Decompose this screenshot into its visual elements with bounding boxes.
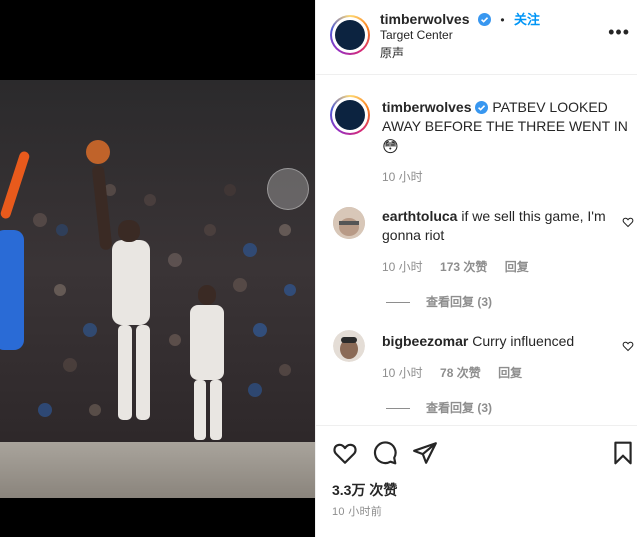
caption-text: timberwolves PATBEV LOOKED AWAY BEFORE T… (382, 98, 628, 157)
comment-username[interactable]: earthtoluca (382, 208, 457, 224)
author-username[interactable]: timberwolves (380, 11, 469, 27)
comment-body: Curry influenced (472, 333, 575, 349)
comment-time: 10 小时 (382, 260, 423, 274)
caption-avatar[interactable] (330, 95, 370, 135)
comment-meta: 10 小时 173 次赞 回复 (382, 258, 543, 275)
heart-icon[interactable] (332, 440, 358, 466)
separator-dot: • (500, 13, 505, 27)
comment-like-count[interactable]: 78 次赞 (440, 366, 481, 380)
comment-like-heart-icon[interactable] (622, 216, 634, 228)
comment-icon[interactable] (372, 440, 398, 466)
follow-button[interactable]: 关注 (514, 12, 540, 27)
divider-line (386, 408, 410, 410)
comment-username[interactable]: bigbeezomar (382, 333, 468, 349)
post-media[interactable] (0, 0, 315, 537)
caption-emoji: 😳 (382, 139, 399, 156)
comment-like-count[interactable]: 173 次赞 (440, 260, 487, 274)
commenter-avatar[interactable] (333, 207, 365, 239)
likes-count[interactable]: 3.3万 次赞 (332, 480, 397, 500)
post-timestamp[interactable]: 10 小时前 (332, 503, 382, 519)
caption-username[interactable]: timberwolves (382, 99, 471, 115)
more-options-icon[interactable]: ••• (608, 22, 630, 43)
location-link[interactable]: Target Center (380, 28, 453, 42)
team-logo-watermark (267, 168, 309, 210)
bookmark-icon[interactable] (610, 440, 636, 466)
basketball-video-still (0, 80, 315, 498)
view-replies-label: 查看回复 (3) (426, 295, 493, 309)
reply-button[interactable]: 回复 (498, 366, 522, 380)
post-details-panel: timberwolves • 关注 Target Center 原声 ••• t… (315, 0, 637, 537)
commenter-avatar[interactable] (333, 330, 365, 362)
comment-text: bigbeezomar Curry influenced (382, 332, 617, 351)
caption-time: 10 小时 (382, 170, 423, 184)
divider-line (386, 302, 410, 304)
view-replies-button[interactable]: 查看回复 (3) (386, 293, 492, 310)
post-header: timberwolves • 关注 Target Center 原声 ••• (316, 0, 637, 75)
verified-badge-icon (475, 101, 489, 114)
view-replies-label: 查看回复 (3) (426, 401, 493, 415)
comment-time: 10 小时 (382, 366, 423, 380)
comment-like-heart-icon[interactable] (622, 340, 634, 352)
reply-button[interactable]: 回复 (505, 260, 529, 274)
audio-label[interactable]: 原声 (380, 44, 404, 61)
share-icon[interactable] (412, 440, 438, 466)
comment-text: earthtoluca if we sell this game, I'm go… (382, 207, 617, 245)
author-avatar[interactable] (330, 15, 370, 55)
view-replies-button[interactable]: 查看回复 (3) (386, 399, 492, 416)
video-frame[interactable] (0, 80, 315, 498)
comment-meta: 10 小时 78 次赞 回复 (382, 364, 536, 381)
verified-badge-icon (477, 13, 491, 26)
